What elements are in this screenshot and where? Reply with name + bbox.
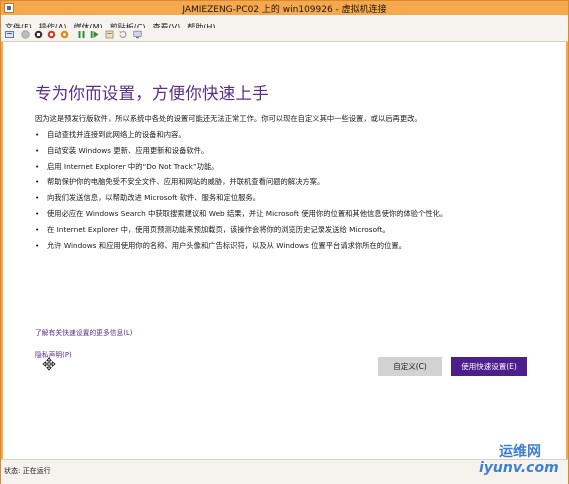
list-item-text: 帮助保护你的电脑免受不安全文件、应用和网站的威胁，并联机查看问题的解决方案。 xyxy=(47,177,325,187)
pause-icon[interactable] xyxy=(77,30,86,39)
bullet-icon: • xyxy=(35,130,40,139)
list-item: • 启用 Internet Explorer 中的“Do Not Track”功能… xyxy=(35,162,447,178)
bullet-icon: • xyxy=(35,193,40,203)
bullet-icon: • xyxy=(35,177,40,187)
site-watermark: 运维网 iyunv.com xyxy=(477,441,567,481)
toolbar xyxy=(1,28,568,42)
watermark-text: 运维网 xyxy=(499,444,541,460)
watermark-url: iyunv.com xyxy=(479,460,559,476)
page-title: 专为你而设置，方便你快速上手 xyxy=(35,84,269,103)
customize-button[interactable]: 自定义(C) xyxy=(378,357,442,376)
learn-more-link[interactable]: 了解有关快速设置的更多信息(L) xyxy=(35,327,132,337)
use-express-settings-button[interactable]: 使用快速设置(E) xyxy=(451,357,527,376)
revert-icon[interactable] xyxy=(118,30,127,39)
bullet-icon: • xyxy=(35,208,40,218)
list-item-text: 在 Internet Explorer 中，使用页预测功能来预加载页，该操作会将… xyxy=(47,224,390,234)
bullet-icon: • xyxy=(35,145,40,155)
list-item: • 在 Internet Explorer 中，使用页预测功能来预加载页，该操作会… xyxy=(35,225,447,241)
enhanced-session-icon[interactable] xyxy=(133,30,142,39)
list-item-text: 向我们发送信息，以帮助改进 Microsoft 软件、服务和定位服务。 xyxy=(47,193,260,203)
turn-off-icon[interactable] xyxy=(34,30,43,39)
intro-text: 因为这是预发行版软件，所以系统中各处的设置可能还无法正常工作。你可以现在自定义其… xyxy=(35,114,422,123)
list-item: • 向我们发送信息，以帮助改进 Microsoft 软件、服务和定位服务。 xyxy=(35,193,447,209)
menu-bar: 文件(F)操作(A)媒体(M)剪贴板(C)查看(V)帮助(H) xyxy=(1,15,568,32)
start-icon[interactable] xyxy=(21,30,30,39)
bullet-icon: • xyxy=(35,161,40,171)
list-item-text: 自动查找并连接到此网络上的设备和内容。 xyxy=(47,130,186,139)
window-title: JAMIEZENG-PC02 上的 win109926 - 虚拟机连接 xyxy=(182,5,387,15)
list-item: • 帮助保护你的电脑免受不安全文件、应用和网站的威胁，并联机查看问题的解决方案。 xyxy=(35,177,447,193)
list-item-text: 启用 Internet Explorer 中的“Do Not Track”功能。 xyxy=(47,161,219,171)
ctrl-alt-del-icon[interactable] xyxy=(5,30,14,39)
bullet-icon: • xyxy=(35,240,40,250)
list-item: • 允许 Windows 和应用使用你的名称、用户头像和广告标识符，以及从 Win… xyxy=(35,241,447,257)
list-item: • 使用必应在 Windows Search 中获取搜索建议和 Web 结果，并让… xyxy=(35,209,447,225)
move-cursor-icon xyxy=(42,357,56,371)
save-icon[interactable] xyxy=(60,30,69,39)
list-item-text: 自动安装 Windows 更新、应用更新和设备软件。 xyxy=(47,145,209,155)
list-item-text: 允许 Windows 和应用使用你的名称、用户头像和广告标识符，以及从 Wind… xyxy=(47,240,406,250)
checkpoint-icon[interactable] xyxy=(105,30,114,39)
vm-connection-window: JAMIEZENG-PC02 上的 win109926 - 虚拟机连接 文件(F… xyxy=(0,0,569,484)
list-item-text: 使用必应在 Windows Search 中获取搜索建议和 Web 结果，并让 … xyxy=(47,208,448,218)
settings-list: • 自动查找并连接到此网络上的设备和内容。 • 自动安装 Windows 更新、应用… xyxy=(35,130,447,256)
list-item: • 自动查找并连接到此网络上的设备和内容。 xyxy=(35,130,447,146)
list-item: • 自动安装 Windows 更新、应用更新和设备软件。 xyxy=(35,146,447,162)
status-text: 状态: 正在运行 xyxy=(4,467,51,475)
title-bar[interactable]: JAMIEZENG-PC02 上的 win109926 - 虚拟机连接 xyxy=(1,1,568,15)
bullet-icon: • xyxy=(35,224,40,234)
reset-icon[interactable] xyxy=(90,30,99,39)
shutdown-icon[interactable] xyxy=(47,30,56,39)
